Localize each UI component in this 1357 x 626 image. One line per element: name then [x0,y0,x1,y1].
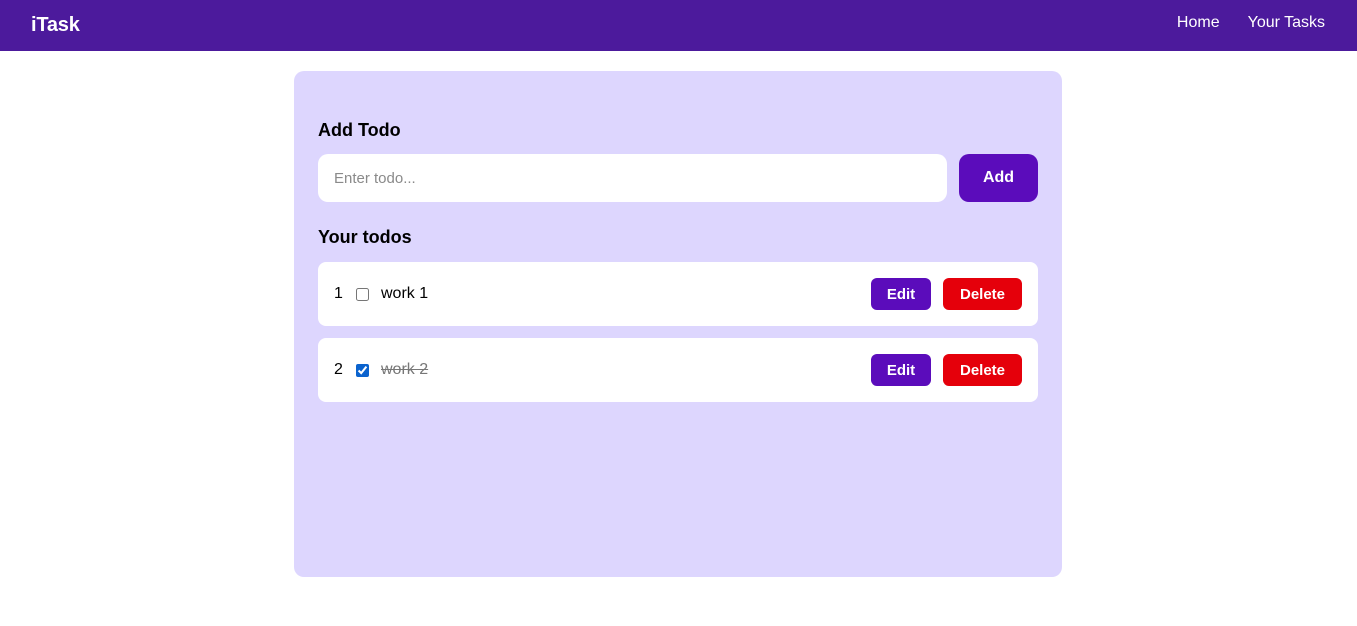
todo-item: 1 work 1 Edit Delete [318,262,1038,326]
todo-input[interactable] [318,154,947,202]
navbar: iTask Home Your Tasks [0,0,1357,51]
todo-text: work 2 [381,361,429,378]
your-todos-heading: Your todos [318,227,412,247]
todo-item-main: 1 work 1 [334,285,428,303]
todo-actions: Edit Delete [871,278,1022,310]
delete-button[interactable]: Delete [943,354,1022,386]
todo-item-main: 2 work 2 [334,361,428,379]
nav-links: Home Your Tasks [1177,14,1325,32]
todo-card: Add Todo Add Your todos 1 work 1 Edit De… [294,71,1062,577]
todo-index: 2 [334,361,343,378]
edit-button[interactable]: Edit [871,278,931,310]
delete-button[interactable]: Delete [943,278,1022,310]
add-todo-heading: Add Todo [318,120,401,140]
add-todo-row: Add [318,154,1038,202]
nav-link-your-tasks[interactable]: Your Tasks [1248,14,1325,32]
todo-complete-checkbox[interactable] [356,287,369,301]
edit-button[interactable]: Edit [871,354,931,386]
todo-index: 1 [334,285,343,302]
add-button[interactable]: Add [959,154,1038,202]
todo-list: 1 work 1 Edit Delete 2 work 2 Edit Delet… [318,262,1038,402]
todo-text: work 1 [381,285,429,302]
brand-logo[interactable]: iTask [31,14,80,37]
todo-complete-checkbox[interactable] [356,363,369,377]
nav-link-home[interactable]: Home [1177,14,1220,32]
todo-actions: Edit Delete [871,354,1022,386]
todo-item: 2 work 2 Edit Delete [318,338,1038,402]
